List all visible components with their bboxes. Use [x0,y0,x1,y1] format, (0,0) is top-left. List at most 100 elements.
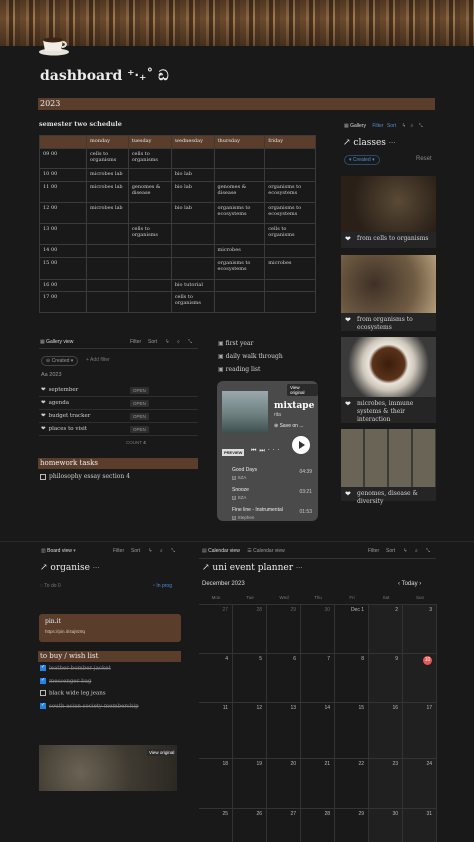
class-cell[interactable] [213,148,266,169]
gallery-card[interactable]: ❤ from cells to organisms [341,176,436,248]
class-cell[interactable]: microbes [264,257,316,280]
add-filter-button[interactable]: + Add filter [86,357,110,363]
view-original-button[interactable]: View original [147,749,177,756]
more-icon[interactable]: ··· [268,447,283,454]
class-cell[interactable]: genomes & disease [213,181,266,203]
class-cell[interactable] [127,244,172,258]
checkbox[interactable] [40,473,46,480]
class-cell[interactable]: bio lab [170,181,215,203]
search-icon[interactable]: ⌕ [160,548,163,554]
automation-icon[interactable]: ϟ [404,548,407,554]
calendar-day[interactable]: 9 [369,654,403,703]
calendar-day[interactable]: 6 [267,654,301,703]
list-item[interactable]: ❤ budget tracker OPEN [39,410,198,423]
calendar-day[interactable]: 20 [267,759,301,809]
tab-calendar-view-2[interactable]: Calendar view [253,548,285,554]
sort-button[interactable]: Sort [386,548,395,554]
list-item[interactable]: ❤ agenda OPEN [39,397,198,410]
class-cell[interactable] [170,148,215,169]
class-cell[interactable] [127,202,172,224]
calendar-day[interactable]: 24 [403,759,437,809]
checkbox[interactable] [40,664,46,671]
expand-icon[interactable]: ⤡ [171,548,175,554]
checkbox[interactable] [40,690,46,696]
more-icon[interactable]: ··· [389,139,396,147]
expand-icon[interactable]: ⤡ [419,123,423,129]
wishlist-item[interactable]: messenger bag [40,677,91,684]
page-link[interactable]: ▣ reading list [218,363,283,376]
class-cell[interactable]: cells to organisms [170,291,215,313]
filter-button[interactable]: Filter [130,339,141,345]
class-cell[interactable]: microbes lab [86,202,129,224]
calendar-day[interactable]: 29 [335,809,369,842]
calendar-day[interactable]: 16 [369,703,403,759]
save-button[interactable]: ⊕ Save on ... [274,423,304,429]
class-cell[interactable] [170,244,215,258]
class-cell[interactable] [127,168,172,182]
class-cell[interactable] [86,244,129,258]
track-row[interactable]: Snooze E SZA 03:21 [232,487,312,500]
calendar-day[interactable]: 13 [267,703,301,759]
gallery-card[interactable]: ❤ microbes, immune systems & their intera… [341,337,436,423]
class-cell[interactable]: microbes [213,244,266,258]
class-cell[interactable]: cells to organisms [127,148,172,169]
calendar-day[interactable]: 3 [403,604,437,654]
today-button[interactable]: Today [402,581,418,587]
calendar-title[interactable]: uni event planner [212,563,293,573]
next-icon[interactable]: ⏭ [259,447,267,454]
chevron-right-icon[interactable]: › [419,581,421,587]
class-cell[interactable] [264,168,316,182]
calendar-day[interactable]: 14 [301,703,335,759]
calendar-day[interactable]: 30 [301,604,335,654]
list-item[interactable]: ❤ september OPEN [39,384,198,397]
calendar-day[interactable]: 2 [369,604,403,654]
calendar-day[interactable]: 29 [267,604,301,654]
calendar-day[interactable]: 30 [369,809,403,842]
calendar-day[interactable]: 5 [233,654,267,703]
page-link[interactable]: ▣ first year [218,337,283,350]
class-cell[interactable] [170,257,215,280]
list-item[interactable]: ❤ places to visit OPEN [39,423,198,436]
class-cell[interactable] [170,223,215,245]
calendar-day[interactable]: 21 [301,759,335,809]
play-button[interactable] [292,436,310,454]
calendar-day[interactable]: 25 [199,809,233,842]
track-row[interactable]: Fine line - Instrumental E Stephen 01:53 [232,507,312,520]
class-cell[interactable]: cells to organisms [264,223,316,245]
wishlist-item[interactable]: leather bomber jacket [40,664,111,672]
board-title[interactable]: organise [50,563,89,573]
wishlist-item[interactable]: black wide leg jeans [40,690,106,697]
class-cell[interactable] [86,257,129,280]
more-icon[interactable]: ··· [93,564,100,572]
calendar-day[interactable]: 22 [335,759,369,809]
more-icon[interactable]: ··· [296,564,303,572]
calendar-day[interactable]: 7 [301,654,335,703]
sort-button[interactable]: Sort [148,339,157,345]
class-cell[interactable]: organisms to ecosystems [264,202,316,224]
page-link[interactable]: ▣ daily walk through [218,350,283,363]
gallery-card[interactable]: ❤ from organisms to ecosystems [341,255,436,331]
expand-icon[interactable]: ⤡ [188,339,192,345]
calendar-day[interactable]: 11 [199,703,233,759]
class-cell[interactable] [213,291,266,313]
calendar-day[interactable]: 17 [403,703,437,759]
created-filter-chip[interactable]: ⊖ Created ▾ [41,356,79,366]
music-player-embed[interactable]: View original mixtape rita ⊕ Save on ...… [217,381,318,521]
tab-board-view[interactable]: Board view [47,548,72,554]
class-cell[interactable] [213,168,266,182]
automation-icon[interactable]: ϟ [166,339,169,345]
calendar-day[interactable]: 19 [233,759,267,809]
class-cell[interactable]: organisms to ecosystems [264,181,316,203]
calendar-day[interactable]: 10 [403,654,437,703]
class-cell[interactable]: organisms to ecosystems [213,257,266,280]
chevron-left-icon[interactable]: ‹ [398,581,400,587]
class-cell[interactable]: bio lab [170,202,215,224]
class-cell[interactable] [127,257,172,280]
tab-calendar-view[interactable]: Calendar view [208,548,240,554]
filter-button[interactable]: Filter [368,548,379,554]
calendar-day[interactable]: 18 [199,759,233,809]
reset-button[interactable]: Reset [416,156,432,162]
search-icon[interactable]: ⌕ [410,123,413,129]
pin-url[interactable]: https://pin.it/4aj9z9q [45,629,85,634]
calendar-day[interactable]: 8 [335,654,369,703]
